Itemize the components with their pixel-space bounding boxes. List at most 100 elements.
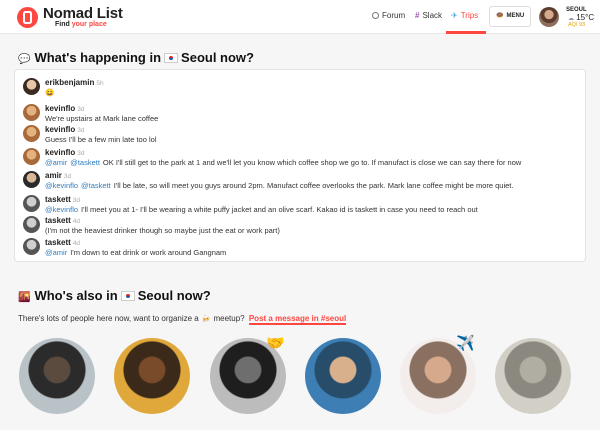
- user-avatar[interactable]: [539, 7, 559, 27]
- speech-bubble-icon: 💬: [18, 54, 31, 65]
- message-timestamp: 3d: [72, 197, 81, 204]
- air-quality: AQI 93: [568, 22, 586, 28]
- nav-forum-label: Forum: [382, 11, 406, 20]
- message-text: (I'm not the heaviest drinker though so …: [45, 226, 280, 235]
- people-row: 🤝 ✈️: [0, 335, 600, 430]
- also-in-city: Seoul now?: [137, 288, 211, 303]
- member-avatar[interactable]: [305, 338, 381, 414]
- user-avatar[interactable]: [23, 195, 40, 212]
- user-avatar[interactable]: [23, 238, 40, 255]
- message-text: We're upstairs at Mark lane coffee: [45, 114, 158, 123]
- south-korea-flag-icon: [164, 53, 179, 63]
- message-timestamp: 3d: [77, 106, 85, 113]
- message-timestamp: 5h: [96, 80, 104, 87]
- member-status-emoji: ✈️: [456, 335, 475, 352]
- message-body: OK I'll still get to the park at 1 and w…: [102, 158, 522, 167]
- user-mention[interactable]: @amir: [45, 158, 67, 167]
- south-korea-flag-icon: [120, 291, 135, 301]
- username-text[interactable]: erikbenjamin: [45, 78, 94, 87]
- message-timestamp: 3d: [63, 173, 72, 180]
- member-avatar[interactable]: [19, 338, 95, 414]
- member-avatar[interactable]: [495, 338, 571, 414]
- user-mention[interactable]: @amir: [45, 248, 67, 257]
- nav-slack-label: Slack: [422, 11, 443, 20]
- user-mention[interactable]: @kevinflo: [45, 181, 78, 190]
- message-body: (I'm not the heaviest drinker though so …: [45, 226, 280, 235]
- message-text: @kevinflo I'll meet you at 1- I'll be wea…: [45, 205, 478, 214]
- username-text[interactable]: amir: [45, 171, 62, 180]
- message-timestamp: 3d: [77, 127, 85, 134]
- meetup-suffix: meetup?: [213, 314, 245, 323]
- airplane-icon: ✈: [451, 11, 458, 20]
- message-text: Guess I'll be a few min late too lol: [45, 135, 157, 144]
- beer-mugs-icon: 🍻: [201, 316, 211, 323]
- message-body: We're upstairs at Mark lane coffee: [45, 114, 159, 123]
- user-mention[interactable]: @taskett: [81, 181, 111, 190]
- member-avatar[interactable]: [114, 338, 190, 414]
- nav-trips-label: Trips: [460, 11, 479, 20]
- meetup-prompt-text: There's lots of people here now, want to…: [18, 314, 199, 323]
- nomad-list-logo-icon[interactable]: [17, 7, 38, 28]
- active-tab-indicator: [446, 31, 486, 34]
- tagline-highlight: your place: [71, 21, 107, 28]
- message-text: @amir I'm down to eat drink or work aroun…: [45, 248, 226, 257]
- nav-forum[interactable]: Forum: [372, 11, 405, 20]
- username-text[interactable]: kevinflo: [45, 104, 75, 113]
- user-avatar[interactable]: [23, 148, 40, 165]
- user-mention[interactable]: @taskett: [70, 158, 100, 167]
- chat-box: erikbenjamin 5h 😄 kevinflo 3d We're upstairs …: [14, 69, 586, 262]
- message-body: I'll be late, so will meet you guys arou…: [113, 181, 514, 190]
- donut-icon: 🍩: [496, 13, 504, 19]
- nav-trips[interactable]: ✈ Trips: [451, 11, 478, 20]
- message-body: I'll meet you at 1- I'll be wearing a wh…: [81, 205, 478, 214]
- username-text[interactable]: kevinflo: [45, 148, 75, 157]
- username-text[interactable]: kevinflo: [45, 125, 75, 134]
- message-username[interactable]: erikbenjamin 5h: [45, 78, 104, 87]
- slack-icon: #: [415, 11, 420, 20]
- user-avatar[interactable]: [23, 104, 40, 121]
- message-text: @kevinflo @taskett I'll be late, so will m…: [45, 181, 513, 190]
- message-body: Guess I'll be a few min late too lol: [45, 135, 157, 144]
- username-text[interactable]: taskett: [45, 216, 71, 225]
- username-text[interactable]: taskett: [45, 195, 71, 204]
- member-status-emoji: 🤝: [266, 335, 285, 352]
- temperature-value: 15°C: [576, 13, 595, 22]
- brand-name[interactable]: Nomad List: [43, 5, 123, 22]
- message-timestamp: 3d: [77, 150, 85, 157]
- message-timestamp: 4d: [72, 240, 81, 247]
- city-sunset-icon: 🌇: [18, 292, 31, 303]
- message-text: @amir @taskett OK I'll still get to the pa…: [45, 158, 521, 167]
- message-username[interactable]: kevinflo 3d: [45, 104, 84, 113]
- message-username[interactable]: taskett 4d: [45, 238, 80, 247]
- message-username[interactable]: kevinflo 3d: [45, 148, 84, 157]
- user-avatar[interactable]: [23, 125, 40, 142]
- also-in-title-prefix: Who's also in: [34, 288, 118, 303]
- message-username[interactable]: taskett 4d: [45, 216, 80, 225]
- nav-slack[interactable]: # Slack: [415, 11, 442, 20]
- happening-city: Seoul now?: [181, 50, 254, 65]
- user-avatar[interactable]: [23, 78, 40, 95]
- message-username[interactable]: taskett 3d: [45, 195, 80, 204]
- message-username[interactable]: amir 3d: [45, 171, 71, 180]
- user-avatar[interactable]: [23, 216, 40, 233]
- tagline-prefix: Find: [55, 21, 72, 28]
- user-mention[interactable]: @kevinflo: [45, 205, 78, 214]
- top-header: Nomad List Find your place Forum # Slack …: [0, 0, 600, 34]
- message-text: 😄: [45, 88, 54, 97]
- message-timestamp: 4d: [72, 218, 81, 225]
- post-message-link[interactable]: Post a message in #seoul: [248, 314, 347, 325]
- menu-label: MENU: [506, 13, 525, 19]
- message-body: I'm down to eat drink or work around Gan…: [70, 248, 227, 257]
- username-text[interactable]: taskett: [45, 238, 71, 247]
- brand-tagline: Find your place: [55, 21, 107, 28]
- meetup-prompt: There's lots of people here now, want to…: [18, 314, 347, 325]
- also-in-title: 🌇 Who's also in Seoul now?: [18, 288, 211, 303]
- message-body: 😄: [45, 88, 55, 97]
- temperature: ☁ 15°C: [568, 13, 594, 22]
- message-username[interactable]: kevinflo 3d: [45, 125, 84, 134]
- chat-bubble-icon: [372, 12, 379, 19]
- user-avatar[interactable]: [23, 171, 40, 188]
- happening-title: 💬 What's happening in Seoul now?: [18, 50, 254, 65]
- happening-title-prefix: What's happening in: [34, 50, 162, 65]
- menu-button[interactable]: 🍩 MENU: [489, 6, 531, 27]
